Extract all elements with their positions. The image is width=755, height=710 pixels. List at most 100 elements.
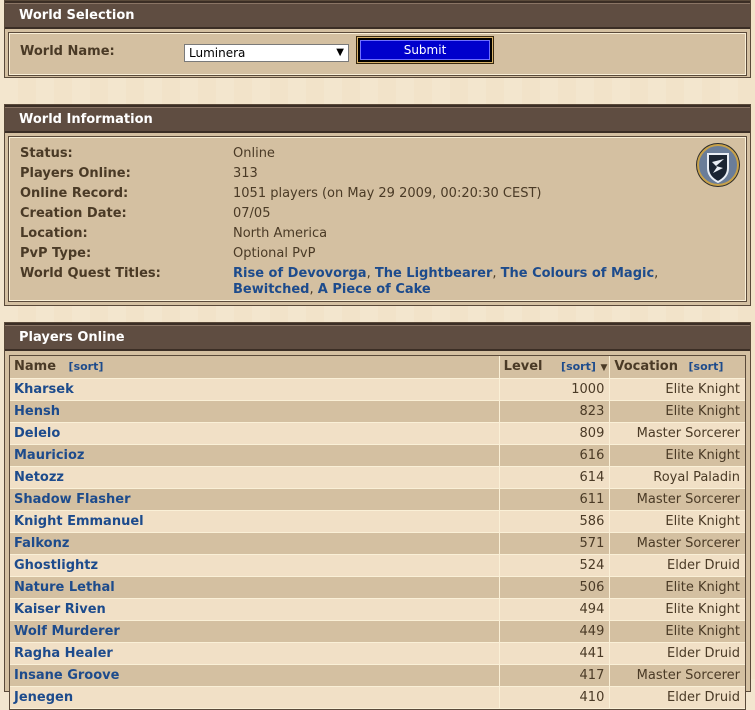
quest-separator: ,: [309, 282, 318, 297]
table-row: Jenegen 410 Elder Druid: [10, 687, 745, 709]
world-information-box: World Information Status: Online Players O…: [4, 104, 751, 306]
world-selection-box: World Selection World Name: Luminera ▼ S…: [4, 0, 751, 78]
sort-descending-icon: ▼: [600, 363, 608, 373]
info-value: Online: [233, 146, 275, 161]
player-level-cell: 524: [500, 555, 611, 576]
submit-button[interactable]: Submit: [357, 37, 493, 63]
player-level-cell: 506: [500, 577, 611, 598]
quest-separator: ,: [654, 266, 659, 281]
player-name-cell: Insane Groove: [10, 665, 500, 686]
player-level-cell: 410: [500, 687, 611, 708]
quest-link[interactable]: Bewitched: [233, 282, 310, 297]
player-vocation-cell: Elder Druid: [666, 646, 740, 661]
player-name-link[interactable]: Kaiser Riven: [14, 602, 106, 617]
player-vocation-cell: Elite Knight: [665, 448, 740, 463]
info-value: 1051 players (on May 29 2009, 00:20:30 C…: [233, 186, 542, 201]
player-name-link[interactable]: Ragha Healer: [14, 646, 113, 661]
player-name-cell: Ghostlightz: [10, 555, 500, 576]
column-header-level: Level [sort] ▼: [500, 356, 611, 378]
table-row: Insane Groove 417 Master Sorcerer: [10, 665, 745, 687]
info-label: Location:: [20, 226, 88, 241]
player-level-cell: 571: [500, 533, 611, 554]
world-information-title: World Information: [5, 105, 750, 133]
table-row: Ghostlightz 524 Elder Druid: [10, 555, 745, 577]
player-vocation-cell: Elite Knight: [665, 514, 740, 529]
player-name-link[interactable]: Ghostlightz: [14, 558, 98, 573]
player-vocation-cell: Elite Knight: [665, 624, 740, 639]
info-label: Players Online:: [20, 166, 131, 181]
info-row: Status: Online: [20, 144, 745, 164]
info-row: Online Record: 1051 players (on May 29 20…: [20, 184, 745, 204]
player-name-cell: Ragha Healer: [10, 643, 500, 664]
players-table: Name [sort] Level [sort] ▼ Vocation [sor…: [9, 355, 746, 710]
table-row: Kharsek 1000 Elite Knight: [10, 379, 745, 401]
world-select-value: Luminera: [189, 46, 246, 60]
player-vocation-cell: Elder Druid: [666, 558, 740, 573]
info-value: Optional PvP: [233, 246, 316, 261]
quest-link[interactable]: The Colours of Magic: [501, 266, 655, 281]
player-name-link[interactable]: Falkonz: [14, 536, 69, 551]
players-table-header: Name [sort] Level [sort] ▼ Vocation [sor…: [10, 356, 745, 379]
table-row: Hensh 823 Elite Knight: [10, 401, 745, 423]
player-name-cell: Shadow Flasher: [10, 489, 500, 510]
player-vocation-cell: Master Sorcerer: [636, 426, 740, 441]
world-selection-title: World Selection: [5, 1, 750, 29]
player-name-link[interactable]: Nature Lethal: [14, 580, 115, 595]
table-row: Shadow Flasher 611 Master Sorcerer: [10, 489, 745, 511]
player-name-cell: Wolf Murderer: [10, 621, 500, 642]
info-row: PvP Type: Optional PvP: [20, 244, 745, 264]
player-name-link[interactable]: Shadow Flasher: [14, 492, 131, 507]
quest-link[interactable]: A Piece of Cake: [318, 282, 431, 297]
player-name-link[interactable]: Wolf Murderer: [14, 624, 120, 639]
table-row: Kaiser Riven 494 Elite Knight: [10, 599, 745, 621]
player-name-link[interactable]: Netozz: [14, 470, 64, 485]
table-row: Nature Lethal 506 Elite Knight: [10, 577, 745, 599]
chevron-down-icon: ▼: [336, 47, 344, 58]
info-value: North America: [233, 226, 328, 241]
player-name-link[interactable]: Jenegen: [14, 690, 73, 705]
sort-by-vocation-link[interactable]: [sort]: [689, 360, 724, 373]
sort-by-level-link[interactable]: [sort]: [561, 360, 596, 373]
table-row: Knight Emmanuel 586 Elite Knight: [10, 511, 745, 533]
player-name-cell: Kaiser Riven: [10, 599, 500, 620]
player-level-cell: 1000: [500, 379, 611, 400]
info-label: Online Record:: [20, 186, 129, 201]
quest-link[interactable]: Rise of Devovorga: [233, 266, 367, 281]
player-vocation-cell: Elite Knight: [665, 580, 740, 595]
player-vocation-cell: Elite Knight: [665, 602, 740, 617]
player-name-link[interactable]: Delelo: [14, 426, 60, 441]
player-level-cell: 494: [500, 599, 611, 620]
info-row: Location: North America: [20, 224, 745, 244]
player-name-cell: Jenegen: [10, 687, 500, 708]
player-level-cell: 417: [500, 665, 611, 686]
player-level-cell: 586: [500, 511, 611, 532]
player-vocation-cell: Master Sorcerer: [636, 668, 740, 683]
player-name-link[interactable]: Kharsek: [14, 382, 74, 397]
sort-by-name-link[interactable]: [sort]: [69, 360, 104, 373]
player-vocation-cell: Master Sorcerer: [636, 536, 740, 551]
quest-separator: ,: [492, 266, 501, 281]
info-label: PvP Type:: [20, 246, 92, 261]
player-name-link[interactable]: Insane Groove: [14, 668, 119, 683]
info-label: Status:: [20, 146, 73, 161]
column-header-name: Name [sort]: [10, 356, 500, 378]
info-label: Creation Date:: [20, 206, 127, 221]
info-value: 07/05: [233, 206, 271, 221]
player-vocation-cell: Elite Knight: [665, 382, 740, 397]
quest-link[interactable]: The Lightbearer: [375, 266, 493, 281]
table-row: Delelo 809 Master Sorcerer: [10, 423, 745, 445]
player-level-cell: 614: [500, 467, 611, 488]
world-select[interactable]: Luminera ▼: [184, 44, 349, 62]
player-name-link[interactable]: Mauricioz: [14, 448, 85, 463]
player-vocation-cell: Royal Paladin: [653, 470, 740, 485]
player-name-link[interactable]: Hensh: [14, 404, 60, 419]
player-level-cell: 441: [500, 643, 611, 664]
player-name-link[interactable]: Knight Emmanuel: [14, 514, 144, 529]
table-row: Netozz 614 Royal Paladin: [10, 467, 745, 489]
optional-pvp-shield-icon: [696, 143, 740, 187]
player-vocation-cell: Elder Druid: [666, 690, 740, 705]
world-name-label: World Name:: [20, 44, 115, 59]
player-vocation-cell: Master Sorcerer: [636, 492, 740, 507]
player-level-cell: 449: [500, 621, 611, 642]
info-row-quests: World Quest Titles: Rise of Devovorga, T…: [20, 264, 745, 298]
